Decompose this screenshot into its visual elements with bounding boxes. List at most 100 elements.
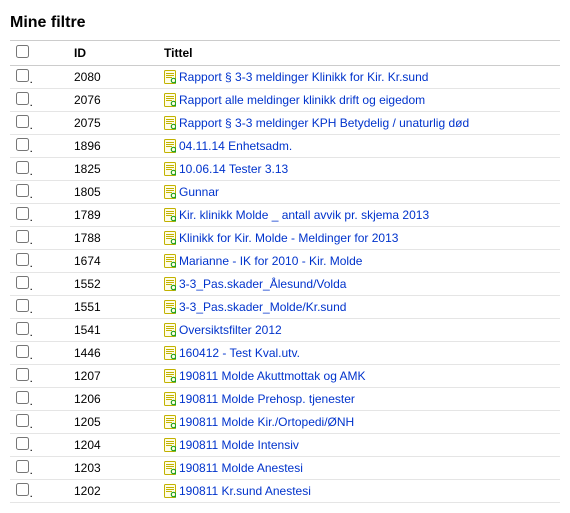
table-row: 1551 3-3_Pas.skader_Molde/Kr.sund [10,296,560,319]
table-row: 1203 190811 Molde Anestesi [10,457,560,480]
document-icon [164,415,176,429]
row-title-link[interactable]: 160412 - Test Kval.utv. [179,346,300,360]
row-title-link[interactable]: 04.11.14 Enhetsadm. [179,139,292,153]
table-row: 1541 Oversiktsfilter 2012 [10,319,560,342]
table-row: 1805 Gunnar [10,181,560,204]
row-checkbox[interactable] [16,460,29,473]
document-icon [164,139,176,153]
filters-table: ID Tittel 2080 Rapport § 3-3 meldinger Kl… [10,40,560,503]
row-title-link[interactable]: Kir. klinikk Molde _ antall avvik pr. sk… [179,208,429,222]
row-title-link[interactable]: Marianne - IK for 2010 - Kir. Molde [179,254,362,268]
document-icon [164,346,176,360]
row-id: 1207 [68,365,158,388]
row-title-link[interactable]: 190811 Molde Akuttmottak og AMK [179,369,366,383]
row-title-link[interactable]: Klinikk for Kir. Molde - Meldinger for 2… [179,231,398,245]
row-checkbox[interactable] [16,276,29,289]
row-title-link[interactable]: Rapport § 3-3 meldinger KPH Betydelig / … [179,116,469,130]
table-row: 1552 3-3_Pas.skader_Ålesund/Volda [10,273,560,296]
document-icon [164,162,176,176]
row-id: 1204 [68,434,158,457]
row-id: 1541 [68,319,158,342]
row-id: 1805 [68,181,158,204]
row-title-link[interactable]: 10.06.14 Tester 3.13 [179,162,288,176]
row-id: 1825 [68,158,158,181]
document-icon [164,323,176,337]
row-id: 2080 [68,66,158,89]
row-title-link[interactable]: 190811 Molde Kir./Ortopedi/ØNH [179,415,354,429]
row-id: 1206 [68,388,158,411]
document-icon [164,369,176,383]
row-checkbox[interactable] [16,138,29,151]
row-checkbox[interactable] [16,92,29,105]
table-row: 1825 10.06.14 Tester 3.13 [10,158,560,181]
row-id: 2075 [68,112,158,135]
row-title-link[interactable]: 3-3_Pas.skader_Ålesund/Volda [179,277,346,291]
row-id: 1551 [68,296,158,319]
row-id: 1788 [68,227,158,250]
table-row: 1674 Marianne - IK for 2010 - Kir. Molde [10,250,560,273]
row-title-link[interactable]: 190811 Molde Intensiv [179,438,299,452]
table-row: 1896 04.11.14 Enhetsadm. [10,135,560,158]
row-id: 1205 [68,411,158,434]
row-title-link[interactable]: Oversiktsfilter 2012 [179,323,282,337]
table-row: 1446 160412 - Test Kval.utv. [10,342,560,365]
row-id: 1789 [68,204,158,227]
table-row: 1205 190811 Molde Kir./Ortopedi/ØNH [10,411,560,434]
document-icon [164,231,176,245]
document-icon [164,438,176,452]
document-icon [164,93,176,107]
row-checkbox[interactable] [16,391,29,404]
row-checkbox[interactable] [16,322,29,335]
row-id: 1446 [68,342,158,365]
document-icon [164,70,176,84]
row-checkbox[interactable] [16,253,29,266]
row-checkbox[interactable] [16,299,29,312]
row-checkbox[interactable] [16,161,29,174]
row-title-link[interactable]: Rapport alle meldinger klinikk drift og … [179,93,425,107]
document-icon [164,254,176,268]
row-id: 1896 [68,135,158,158]
row-checkbox[interactable] [16,368,29,381]
table-row: 2080 Rapport § 3-3 meldinger Klinikk for … [10,66,560,89]
table-row: 1207 190811 Molde Akuttmottak og AMK [10,365,560,388]
row-checkbox[interactable] [16,184,29,197]
table-row: 1204 190811 Molde Intensiv [10,434,560,457]
header-title[interactable]: Tittel [158,41,560,66]
row-title-link[interactable]: 190811 Kr.sund Anestesi [179,484,311,498]
row-checkbox[interactable] [16,207,29,220]
document-icon [164,392,176,406]
table-row: 1206 190811 Molde Prehosp. tjenester [10,388,560,411]
document-icon [164,484,176,498]
row-checkbox[interactable] [16,345,29,358]
row-checkbox[interactable] [16,230,29,243]
row-id: 2076 [68,89,158,112]
table-row: 1789 Kir. klinikk Molde _ antall avvik pr… [10,204,560,227]
page-title: Mine filtre [10,10,560,40]
document-icon [164,185,176,199]
row-id: 1674 [68,250,158,273]
table-row: 1788 Klinikk for Kir. Molde - Meldinger f… [10,227,560,250]
table-row: 2075 Rapport § 3-3 meldinger KPH Betydeli… [10,112,560,135]
row-id: 1202 [68,480,158,503]
row-title-link[interactable]: 3-3_Pas.skader_Molde/Kr.sund [179,300,346,314]
row-id: 1203 [68,457,158,480]
table-header-row: ID Tittel [10,41,560,66]
row-title-link[interactable]: Gunnar [179,185,219,199]
row-checkbox[interactable] [16,437,29,450]
row-checkbox[interactable] [16,115,29,128]
row-title-link[interactable]: 190811 Molde Prehosp. tjenester [179,392,355,406]
document-icon [164,461,176,475]
row-title-link[interactable]: Rapport § 3-3 meldinger Klinikk for Kir.… [179,70,428,84]
select-all-checkbox[interactable] [16,45,29,58]
header-id[interactable]: ID [68,41,158,66]
table-row: 2076 Rapport alle meldinger klinikk drift… [10,89,560,112]
document-icon [164,208,176,222]
row-checkbox[interactable] [16,414,29,427]
row-title-link[interactable]: 190811 Molde Anestesi [179,461,303,475]
document-icon [164,300,176,314]
table-row: 1202 190811 Kr.sund Anestesi [10,480,560,503]
row-checkbox[interactable] [16,69,29,82]
row-id: 1552 [68,273,158,296]
document-icon [164,277,176,291]
row-checkbox[interactable] [16,483,29,496]
